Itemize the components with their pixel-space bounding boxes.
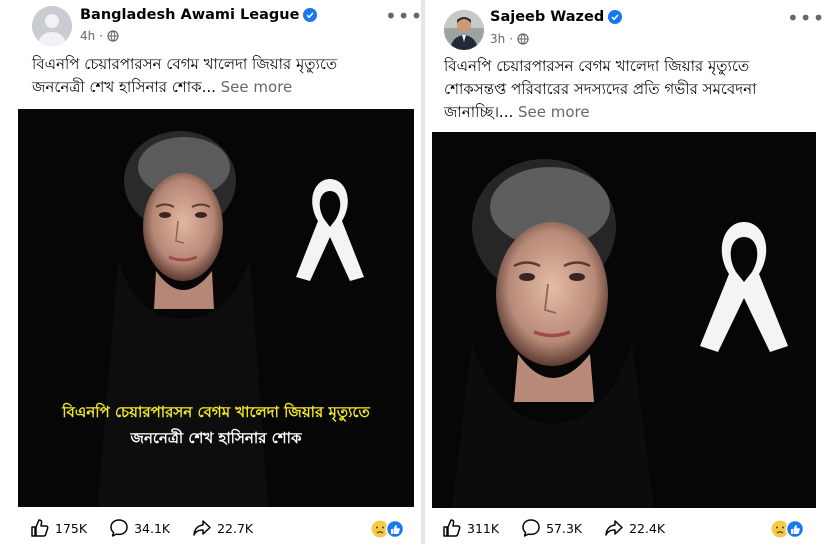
caption-line-1: বিএনপি চেয়ারপারসন বেগম খালেদা জিয়ার মৃ… <box>32 55 338 73</box>
reaction-icons[interactable] <box>771 519 807 539</box>
author-name-text[interactable]: Bangladesh Awami League <box>80 7 299 23</box>
image-overlay-text-white: জননেত্রী শেখ হাসিনার শোক <box>130 429 302 447</box>
like-button[interactable]: 311K <box>442 518 499 538</box>
post-divider <box>421 0 425 544</box>
share-count: 22.4K <box>629 520 666 536</box>
post-actions: 311K 57.3K 22.4K <box>442 518 687 538</box>
comment-button[interactable]: 57.3K <box>521 518 582 538</box>
share-icon <box>193 520 211 536</box>
caption-line-1: বিএনপি চেয়ারপারসন বেগম খালেদা জিয়ার মৃ… <box>444 57 750 75</box>
more-options-icon[interactable]: ••• <box>385 6 423 26</box>
share-count: 22.7K <box>217 520 254 536</box>
comment-icon <box>522 519 540 537</box>
see-more-link[interactable]: See more <box>518 103 590 121</box>
post-time[interactable]: 3h <box>490 32 505 46</box>
share-button[interactable]: 22.4K <box>604 518 665 538</box>
more-options-icon[interactable]: ••• <box>787 8 825 28</box>
verified-badge-icon <box>303 8 318 22</box>
author-avatar[interactable] <box>444 10 484 50</box>
comment-count: 57.3K <box>546 520 583 536</box>
share-button[interactable]: 22.7K <box>192 518 253 538</box>
author-name-text[interactable]: Sajeeb Wazed <box>490 9 604 25</box>
see-more-link[interactable]: See more <box>221 78 293 96</box>
post-actions: 175K 34.1K 22.7K <box>30 518 275 538</box>
post-time[interactable]: 4h <box>80 29 95 43</box>
profile-photo <box>444 10 484 50</box>
verified-badge-icon <box>608 10 623 24</box>
post-caption: বিএনপি চেয়ারপারসন বেগম খালেদা জিয়ার মৃ… <box>32 53 402 99</box>
author-name[interactable]: Sajeeb Wazed <box>490 9 623 25</box>
comment-button[interactable]: 34.1K <box>109 518 170 538</box>
reaction-icons[interactable] <box>371 519 407 539</box>
post-image[interactable]: বিএনপি চেয়ারপারসন বেগম খালেদা জিয়ার মৃ… <box>18 109 414 507</box>
caption-line-2: শোকসন্তপ্ত পরিবারের সদস্যদের প্রতি গভীর … <box>444 80 757 98</box>
share-icon <box>605 520 623 536</box>
post-caption: বিএনপি চেয়ারপারসন বেগম খালেদা জিয়ার মৃ… <box>444 55 824 124</box>
like-count: 175K <box>55 520 88 536</box>
caption-line-3: জানাচ্ছি।... <box>444 103 514 121</box>
globe-icon <box>107 30 119 42</box>
post-bangladesh-awami-league: Bangladesh Awami League 4h · ••• বিএনপি … <box>0 0 422 544</box>
portrait-image <box>432 132 816 508</box>
like-button[interactable]: 175K <box>30 518 87 538</box>
globe-icon <box>517 33 529 45</box>
sad-and-like-reaction-icon <box>371 519 405 539</box>
image-overlay-text-yellow: বিএনপি চেয়ারপারসন বেগম খালেদা জিয়ার মৃ… <box>62 403 370 421</box>
author-avatar[interactable] <box>32 6 72 46</box>
caption-line-2: জননেত্রী শেখ হাসিনার শোক... <box>32 78 216 96</box>
like-icon <box>31 519 49 537</box>
like-icon <box>443 519 461 537</box>
post-meta: 3h · <box>490 32 529 46</box>
post-sajeeb-wazed: Sajeeb Wazed 3h · ••• বিএনপি চেয়ারপারসন… <box>428 0 830 544</box>
like-count: 311K <box>467 520 500 536</box>
post-image[interactable] <box>432 132 816 508</box>
comment-count: 34.1K <box>134 520 171 536</box>
post-meta: 4h · <box>80 29 119 43</box>
comment-icon <box>110 519 128 537</box>
sad-and-like-reaction-icon <box>771 519 805 539</box>
default-avatar-icon <box>32 6 72 46</box>
author-name[interactable]: Bangladesh Awami League <box>80 7 318 23</box>
